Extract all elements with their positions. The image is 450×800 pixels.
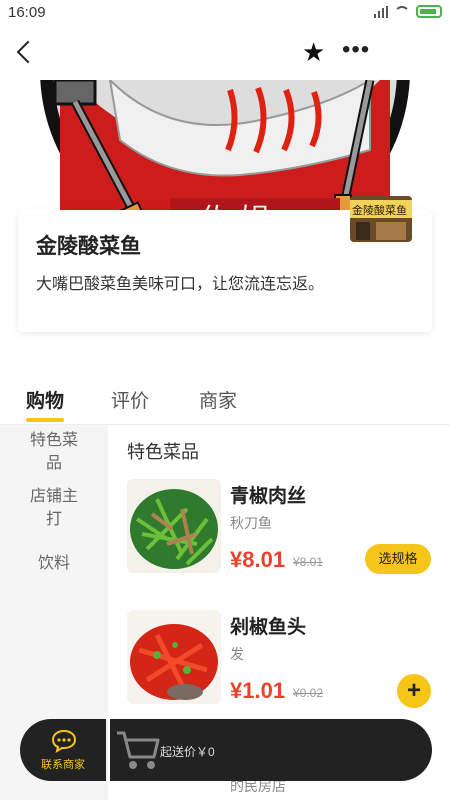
more-dots-icon: •••	[342, 36, 371, 63]
add-to-cart-button[interactable]: +	[397, 674, 431, 708]
signal-icon	[374, 5, 388, 18]
product-item[interactable]: 青椒肉丝 秋刀鱼 ¥8.01 ¥8.01 选规格	[127, 479, 437, 579]
category-label-line1: 饮料	[37, 555, 70, 572]
product-item[interactable]: 剁椒鱼头 发 ¥1.01 ¥0.02 +	[127, 610, 437, 710]
storefront-photo: 金陵酸菜鱼	[350, 196, 412, 242]
top-nav: ★ •••	[0, 26, 450, 80]
minimum-order-text: 起送价￥0	[160, 745, 215, 759]
category-label-line1: 特色菜	[29, 432, 78, 449]
category-item-drinks[interactable]: 饮料	[22, 552, 86, 575]
tab-reviews[interactable]: 评价	[111, 386, 149, 413]
status-bar: 16:09	[0, 0, 450, 26]
category-label-line1: 店铺主	[29, 488, 78, 505]
status-time: 16:09	[8, 4, 46, 21]
tab-merchant[interactable]: 商家	[199, 386, 237, 413]
battery-icon	[416, 5, 442, 18]
contact-merchant-button[interactable]: 联系商家	[20, 719, 106, 781]
cart-bar[interactable]: 起送价￥0	[110, 719, 432, 781]
product-original-price: ¥0.02	[293, 686, 324, 700]
product-name: 青椒肉丝	[230, 486, 307, 507]
product-subtitle: 秋刀鱼	[230, 515, 272, 531]
tab-shopping[interactable]: 购物	[26, 386, 64, 413]
shop-name: 金陵酸菜鱼	[36, 235, 141, 258]
category-label-line2: 打	[45, 511, 62, 528]
product-name: 剁椒鱼头	[230, 617, 307, 638]
category-item-recommended[interactable]: 店铺主 打	[22, 485, 86, 531]
favorite-button[interactable]: ★	[302, 38, 325, 66]
more-button[interactable]: •••	[342, 38, 370, 62]
product-image	[127, 479, 221, 573]
section-title: 特色菜品	[127, 442, 199, 462]
tab-bar: 购物 评价 商家	[0, 380, 450, 424]
shop-description: 大嘴巴酸菜鱼美味可口，让您流连忘返。	[36, 276, 325, 293]
star-icon: ★	[302, 37, 326, 67]
category-label-line2: 品	[45, 455, 62, 472]
select-spec-button[interactable]: 选规格	[365, 544, 431, 574]
product-image	[127, 610, 221, 704]
category-item-featured[interactable]: 特色菜 品	[22, 429, 86, 475]
contact-merchant-label: 联系商家	[41, 759, 85, 771]
product-price: ¥1.01	[230, 678, 286, 703]
cart-icon[interactable]	[114, 727, 162, 773]
back-button[interactable]	[12, 38, 40, 66]
product-original-price: ¥8.01	[293, 555, 324, 569]
shop-info-card: 金陵酸菜鱼 大嘴巴酸菜鱼美味可口，让您流连忘返。 金陵酸菜鱼	[18, 196, 432, 332]
status-icons	[374, 5, 442, 18]
wifi-icon	[394, 5, 410, 18]
chat-icon	[51, 729, 77, 753]
product-price: ¥8.01	[230, 547, 286, 572]
active-tab-indicator	[26, 418, 64, 422]
product-subtitle: 发	[230, 646, 244, 662]
storefront-sign: 金陵酸菜鱼	[352, 203, 407, 217]
